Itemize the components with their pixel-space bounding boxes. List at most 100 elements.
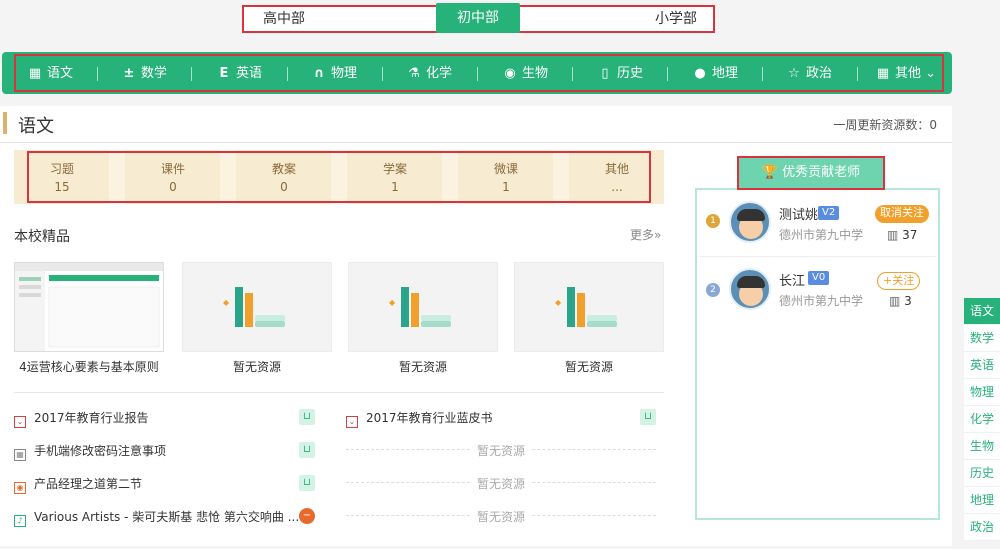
side-nav-item[interactable]: 英语 (964, 352, 1000, 379)
resource-count: ▥ 3 (889, 294, 912, 308)
divider (14, 392, 664, 393)
subject-label: 生物 (522, 66, 549, 81)
stat-study-plans[interactable]: 学案 1 (350, 160, 440, 196)
stat-other[interactable]: 其他... (572, 160, 662, 196)
basket-icon[interactable]: ⊔ (299, 442, 315, 458)
subject-other[interactable]: ▦ 其他 ⌄ (875, 63, 936, 85)
side-nav-item[interactable]: 生物 (964, 433, 1000, 460)
subject-label: 语文 (47, 66, 74, 81)
follow-button[interactable]: +关注 (877, 272, 921, 290)
stat-exercises[interactable]: 习题 15 (17, 160, 107, 196)
stat-value: 0 (169, 180, 177, 194)
resource-count-value: 37 (902, 228, 918, 242)
level-badge: V0 (808, 271, 830, 285)
weekly-label: 一周更新资源数： (833, 118, 930, 132)
stats-highlight (27, 151, 651, 203)
basket-icon[interactable]: ⊔ (299, 475, 315, 491)
subject-geography[interactable]: ● 地理 (692, 63, 738, 85)
stat-courseware[interactable]: 课件 0 (128, 160, 218, 196)
subject-chinese[interactable]: ▦ 语文 (27, 63, 73, 85)
list-item[interactable]: ▦ 手机端修改密码注意事项 (14, 442, 166, 461)
empty-label: 暂无资源 (470, 510, 531, 524)
list-item[interactable]: ⌄ 2017年教育行业报告 (14, 409, 149, 428)
avatar[interactable] (729, 201, 771, 243)
stat-value: 15 (54, 180, 70, 194)
pdf-icon: ⌄ (346, 416, 358, 428)
list-item[interactable]: ♪ Various Artists - 柴可夫斯基 悲怆 第六交响曲 ... (14, 508, 299, 527)
stat-value: 1 (391, 180, 399, 194)
level-tabs: 高中部 初中部 小学部 (242, 3, 716, 33)
featured-caption[interactable]: 4运营核心要素与基本原则 (9, 358, 169, 375)
stat-label: 教案 (271, 162, 296, 176)
tab-senior[interactable]: 高中部 (244, 7, 324, 31)
tab-junior[interactable]: 初中部 (436, 3, 520, 33)
ppt-icon: ◉ (14, 482, 26, 494)
subject-label: 英语 (236, 66, 263, 81)
list-item-title: 产品经理之道第二节 (34, 477, 143, 491)
list-item[interactable]: ◉ 产品经理之道第二节 (14, 475, 142, 494)
svg-text:◆: ◆ (389, 298, 396, 307)
subject-math[interactable]: ± 数学 (121, 63, 167, 85)
avatar[interactable] (729, 268, 771, 310)
screenshot-thumbnail (15, 263, 163, 351)
more-link[interactable]: 更多» (630, 226, 661, 243)
side-nav-item[interactable]: 语文 (964, 298, 1000, 325)
separator (762, 67, 763, 81)
side-nav-item[interactable]: 数学 (964, 325, 1000, 352)
resource-count-value: 3 (904, 294, 912, 308)
avatar-hair (737, 276, 765, 288)
separator (477, 67, 478, 81)
math-icon: ± (123, 66, 135, 81)
stat-micro-lessons[interactable]: 微课 1 (461, 160, 551, 196)
magnet-icon: ∩ (313, 66, 325, 81)
list-item[interactable]: ⌄ 2017年教育行业蓝皮书 (346, 409, 493, 428)
separator (97, 67, 98, 81)
subject-label: 地理 (712, 66, 739, 81)
stat-value: 0 (280, 180, 288, 194)
grid-icon: ▦ (876, 66, 890, 81)
featured-thumbnail[interactable]: ◆ (348, 262, 498, 352)
level-badge: V2 (818, 206, 840, 220)
remove-icon[interactable]: − (299, 508, 315, 524)
side-subject-nav: 语文 数学 英语 物理 化学 生物 历史 地理 政治 (964, 298, 1000, 541)
pdf-icon: ⌄ (14, 416, 26, 428)
featured-caption: 暂无资源 (232, 360, 281, 374)
side-nav-item[interactable]: 地理 (964, 487, 1000, 514)
teacher-name[interactable]: 测试姚 (779, 204, 818, 223)
list-item-title: 2017年教育行业蓝皮书 (366, 411, 493, 425)
subject-history[interactable]: ▯ 历史 (597, 63, 643, 85)
side-nav-item[interactable]: 化学 (964, 406, 1000, 433)
featured-thumbnail[interactable]: ◆ (182, 262, 332, 352)
featured-caption: 暂无资源 (564, 360, 613, 374)
flask-icon: ⚗ (408, 66, 420, 81)
subject-physics[interactable]: ∩ 物理 (311, 63, 357, 85)
empty-placeholder: 暂无资源 (346, 477, 656, 496)
file-icon: ▦ (14, 449, 26, 461)
teacher-name[interactable]: 长江 (779, 270, 805, 289)
side-nav-item[interactable]: 政治 (964, 514, 1000, 541)
side-nav-item[interactable]: 物理 (964, 379, 1000, 406)
subject-label: 物理 (331, 66, 358, 81)
featured-thumbnail[interactable] (14, 262, 164, 352)
empty-books-icon: ◆ (555, 287, 617, 327)
basket-icon[interactable]: ⊔ (299, 409, 315, 425)
unfollow-button[interactable]: 取消关注 (875, 205, 929, 223)
stat-value: ... (611, 180, 623, 194)
featured-thumbnail[interactable]: ◆ (514, 262, 664, 352)
stat-lesson-plans[interactable]: 教案 0 (239, 160, 329, 196)
side-nav-item[interactable]: 历史 (964, 460, 1000, 487)
empty-placeholder: 暂无资源 (346, 444, 656, 463)
separator (287, 67, 288, 81)
scroll-icon: ▯ (601, 66, 609, 81)
panel-title: 语文 (18, 116, 54, 137)
subject-label: 历史 (617, 66, 644, 81)
weekly-count: 0 (929, 118, 937, 132)
subject-biology[interactable]: ◉ 生物 (502, 63, 548, 85)
basket-icon[interactable]: ⊔ (640, 409, 656, 425)
subject-chemistry[interactable]: ⚗ 化学 (406, 63, 452, 85)
subject-politics[interactable]: ☆ 政治 (786, 63, 832, 85)
subject-english[interactable]: E 英语 (216, 63, 262, 85)
tab-primary[interactable]: 小学部 (636, 7, 716, 31)
subject-label: 数学 (141, 66, 168, 81)
list-item-title: Various Artists - 柴可夫斯基 悲怆 第六交响曲 ... (34, 510, 300, 524)
